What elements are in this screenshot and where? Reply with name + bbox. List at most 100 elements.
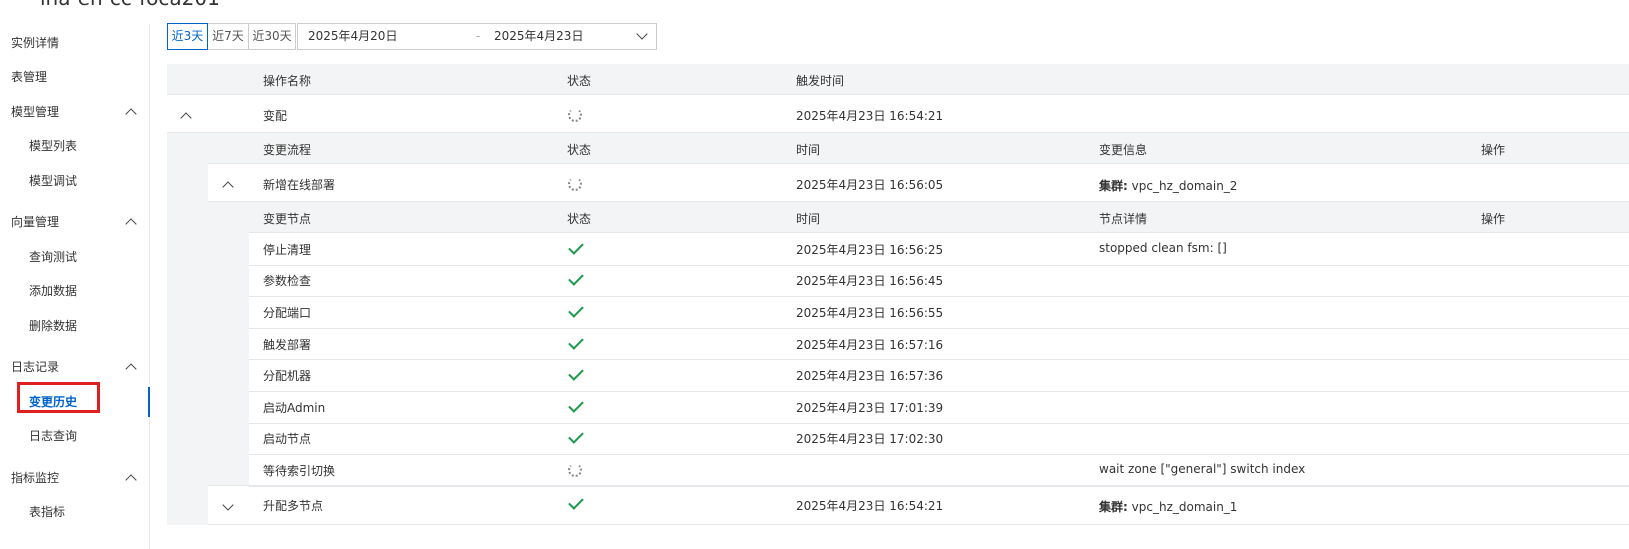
nested-gutter <box>208 202 249 485</box>
row-divider <box>167 94 1629 95</box>
column-header: 状态 <box>567 74 592 88</box>
flow-time: 2025年4月23日 16:54:21 <box>796 499 944 513</box>
row-divider <box>249 359 1629 360</box>
nested-gutter <box>167 133 208 525</box>
sidebar-item-label: 添加数据 <box>29 284 78 298</box>
sidebar-item-label: 模型调试 <box>29 174 78 188</box>
loading-spinner-icon <box>568 463 582 477</box>
check-icon <box>568 239 584 255</box>
sidebar-item-label: 日志记录 <box>11 360 60 374</box>
check-icon <box>568 397 584 413</box>
row-divider <box>249 391 1629 392</box>
column-header: 触发时间 <box>796 74 845 88</box>
sidebar-item-label: 日志查询 <box>29 429 78 443</box>
column-header: 变更节点 <box>263 212 312 226</box>
node-name: 触发部署 <box>263 338 312 352</box>
sidebar-item[interactable]: 查询测试 <box>0 242 149 272</box>
loading-spinner-icon <box>568 177 582 191</box>
check-icon <box>568 334 584 350</box>
node-name: 启动Admin <box>263 401 326 415</box>
sidebar-item[interactable]: 添加数据 <box>0 276 149 306</box>
active-indicator <box>148 387 150 417</box>
check-icon <box>568 494 584 510</box>
operation-name: 变配 <box>263 109 288 123</box>
node-name: 分配端口 <box>263 306 312 320</box>
row-divider <box>208 485 1629 486</box>
collapse-flow-button[interactable] <box>218 175 238 195</box>
node-name: 启动节点 <box>263 432 312 446</box>
sidebar-item-label: 表指标 <box>29 505 66 519</box>
sidebar-item-label: 实例详情 <box>11 36 60 50</box>
sidebar-item-label: 查询测试 <box>29 250 78 264</box>
check-icon <box>568 365 584 381</box>
loading-spinner-icon <box>568 108 582 122</box>
sidebar-item-label: 指标监控 <box>11 471 60 485</box>
highlight-box <box>17 382 100 413</box>
node-name: 等待索引切换 <box>263 464 336 478</box>
sidebar-item[interactable]: 模型列表 <box>0 131 149 161</box>
node-name: 参数检查 <box>263 274 312 288</box>
date-separator: - <box>476 29 481 43</box>
sidebar-item[interactable]: 模型调试 <box>0 166 149 196</box>
range-3-days-button[interactable]: 近3天 <box>167 23 208 50</box>
sidebar-item[interactable]: 日志查询 <box>0 421 149 451</box>
start-date: 2025年4月20日 <box>308 29 398 43</box>
row-divider <box>249 486 1629 487</box>
node-time: 2025年4月23日 16:57:16 <box>796 338 944 352</box>
sidebar-item[interactable]: 表管理 <box>0 62 149 92</box>
row-divider <box>249 454 1629 455</box>
check-icon <box>568 270 584 286</box>
column-header: 变更流程 <box>263 143 312 157</box>
page-title: ina-en-cc-foca201 <box>40 0 220 10</box>
column-header: 时间 <box>796 212 821 226</box>
sidebar-item[interactable]: 指标监控 <box>0 463 149 493</box>
sidebar-item[interactable]: 向量管理 <box>0 207 149 237</box>
row-divider <box>249 423 1629 424</box>
flow-name: 升配多节点 <box>263 499 324 513</box>
column-header: 操作名称 <box>263 74 312 88</box>
sidebar-item[interactable]: 实例详情 <box>0 28 149 58</box>
column-header: 操作 <box>1481 212 1506 226</box>
node-time: 2025年4月23日 16:56:55 <box>796 306 944 320</box>
flow-time: 2025年4月23日 16:56:05 <box>796 178 944 192</box>
chevron-up-icon[interactable] <box>119 352 139 382</box>
chevron-up-icon[interactable] <box>119 207 139 237</box>
column-header: 时间 <box>796 143 821 157</box>
node-detail: stopped clean fsm: [] <box>1099 241 1227 255</box>
node-name: 分配机器 <box>263 369 312 383</box>
row-divider <box>208 524 1629 525</box>
collapse-row-button[interactable] <box>176 106 196 126</box>
chevron-up-icon[interactable] <box>119 463 139 493</box>
operation-time: 2025年4月23日 16:54:21 <box>796 109 944 123</box>
flow-info: 集群: vpc_hz_domain_1 <box>1099 500 1238 514</box>
node-detail: wait zone ["general"] switch index <box>1099 462 1306 476</box>
range-7-days-button[interactable]: 近7天 <box>207 23 249 50</box>
node-name: 停止清理 <box>263 243 312 257</box>
range-30-days-button[interactable]: 近30天 <box>248 23 296 50</box>
sidebar-item[interactable]: 模型管理 <box>0 97 149 127</box>
node-time: 2025年4月23日 16:56:45 <box>796 274 944 288</box>
row-divider <box>249 296 1629 297</box>
row-divider <box>249 265 1629 266</box>
end-date: 2025年4月23日 <box>494 29 584 43</box>
node-header <box>249 202 1629 232</box>
flow-name: 新增在线部署 <box>263 178 336 192</box>
sidebar-item-label: 向量管理 <box>11 215 60 229</box>
node-time: 2025年4月23日 16:56:25 <box>796 243 944 257</box>
sidebar-item-label: 模型管理 <box>11 105 60 119</box>
sidebar-item[interactable]: 表指标 <box>0 497 149 527</box>
column-header: 变更信息 <box>1099 143 1148 157</box>
sidebar-item[interactable]: 删除数据 <box>0 311 149 341</box>
check-icon <box>568 302 584 318</box>
sidebar-item[interactable]: 日志记录 <box>0 352 149 382</box>
sidebar-item-label: 删除数据 <box>29 319 78 333</box>
node-time: 2025年4月23日 16:57:36 <box>796 369 944 383</box>
sidebar: 实例详情 表管理 模型管理 模型列表 模型调试 向量管理 查询测试 添加数据 删除数据 日志记录变… <box>0 24 150 549</box>
date-range-picker[interactable]: 2025年4月20日 - 2025年4月23日 <box>297 23 657 50</box>
row-divider <box>249 328 1629 329</box>
table-header <box>167 64 1629 94</box>
column-header: 操作 <box>1481 143 1506 157</box>
expand-flow-button[interactable] <box>218 497 238 517</box>
chevron-up-icon[interactable] <box>119 97 139 127</box>
node-time: 2025年4月23日 17:02:30 <box>796 432 944 446</box>
